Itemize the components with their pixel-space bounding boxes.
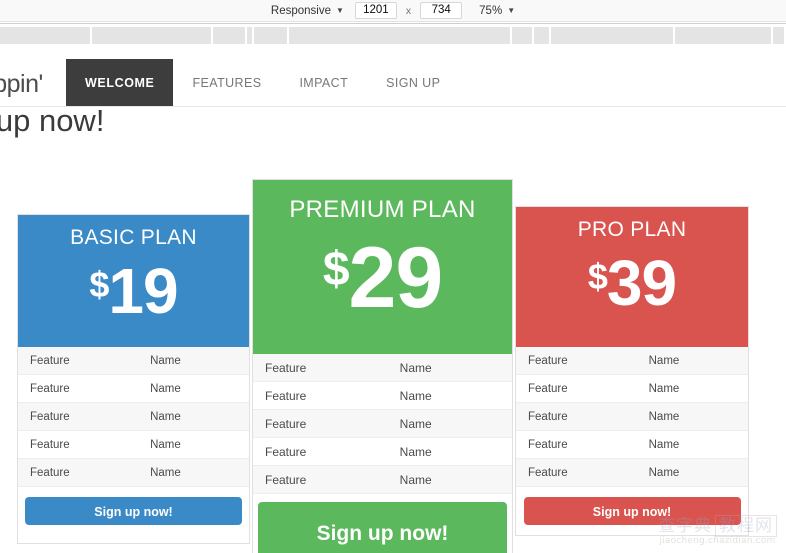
plan-price-amount: 39 [606, 247, 677, 319]
rdm-controls: Responsive ▼ 1201 x 734 75% ▼ [268, 2, 518, 19]
feature-row: Feature Name [18, 347, 249, 375]
plan-price: $29 [253, 223, 512, 325]
page-viewport: rappin' WELCOMEFEATURESIMPACTSIGN UP n u… [0, 44, 786, 553]
responsive-design-mode-toolbar: Responsive ▼ 1201 x 734 75% ▼ [0, 0, 786, 22]
feature-row: Feature Name [253, 438, 512, 466]
feature-row: Feature Name [253, 466, 512, 494]
feature-name: Feature [265, 444, 307, 459]
feature-name: Feature [30, 410, 70, 423]
cta-container: Sign up now! [18, 487, 249, 534]
pricing-card-header: BASIC PLAN $19 [18, 215, 249, 347]
ruler-segment [246, 27, 255, 44]
feature-row: Feature Name [253, 410, 512, 438]
feature-value: Name [150, 410, 181, 423]
dimension-separator: x [405, 4, 412, 17]
ruler-segment [772, 27, 786, 44]
ruler-segment [91, 27, 214, 44]
pricing-card-pro: PRO PLAN $39 Feature Name Feature Name Feature… [515, 206, 749, 536]
feature-name: Feature [30, 354, 70, 367]
chevron-down-icon: ▼ [335, 5, 344, 15]
pricing-card-header: PRO PLAN $39 [516, 207, 748, 347]
feature-value: Name [399, 360, 432, 375]
feature-name: Feature [265, 388, 307, 403]
ruler-segment [0, 27, 92, 44]
signup-button-pro[interactable]: Sign up now! [523, 496, 741, 525]
ruler-strip [0, 23, 786, 44]
feature-name: Feature [30, 466, 70, 479]
ruler-segment [550, 27, 676, 44]
feature-row: Feature Name [516, 459, 748, 487]
pricing-card-premium: PREMIUM PLAN $29 Feature Name Feature Name Fea… [252, 179, 513, 553]
cta-container: Sign up now! [516, 487, 748, 534]
pricing-card-basic: BASIC PLAN $19 Feature Name Feature Name Featu… [17, 214, 250, 544]
feature-name: Feature [30, 382, 70, 395]
feature-row: Feature Name [516, 375, 748, 403]
ruler-segment [288, 27, 513, 44]
feature-name: Feature [265, 360, 307, 375]
feature-name: Feature [528, 466, 568, 479]
feature-value: Name [648, 382, 680, 395]
signup-button-basic[interactable]: Sign up now! [25, 496, 242, 525]
plan-currency-symbol: $ [89, 264, 109, 305]
feature-row: Feature Name [516, 347, 748, 375]
ruler-segment [512, 27, 534, 44]
viewport-height-input[interactable]: 734 [420, 2, 463, 19]
feature-row: Feature Name [516, 403, 748, 431]
feature-row: Feature Name [18, 431, 249, 459]
signup-button-premium[interactable]: Sign up now! [258, 501, 507, 553]
device-selector-label: Responsive [270, 4, 331, 17]
feature-value: Name [150, 354, 181, 367]
screen: Responsive ▼ 1201 x 734 75% ▼ rappin' WE… [0, 0, 786, 553]
ruler-segment [533, 27, 551, 44]
feature-name: Feature [528, 410, 568, 423]
ruler-segment [213, 27, 247, 44]
feature-row: Feature Name [253, 382, 512, 410]
pricing-card-header: PREMIUM PLAN $29 [253, 180, 512, 354]
plan-title: PRO PLAN [577, 218, 687, 241]
zoom-level-label: 75% [479, 4, 503, 17]
feature-value: Name [399, 444, 432, 459]
feature-value: Name [399, 472, 432, 487]
plan-price: $19 [18, 250, 249, 326]
feature-value: Name [648, 354, 680, 367]
ruler-segment [675, 27, 773, 44]
chevron-down-icon: ▼ [507, 5, 516, 15]
feature-value: Name [648, 410, 680, 423]
plan-title: PREMIUM PLAN [289, 196, 476, 223]
feature-row: Feature Name [18, 403, 249, 431]
feature-row: Feature Name [18, 459, 249, 487]
feature-name: Feature [528, 354, 568, 367]
feature-value: Name [648, 466, 680, 479]
cta-container: Sign up now! [253, 494, 512, 553]
plan-price-amount: 19 [108, 255, 178, 327]
feature-value: Name [399, 416, 432, 431]
plan-currency-symbol: $ [322, 243, 350, 296]
zoom-selector[interactable]: 75% ▼ [476, 4, 518, 18]
feature-row: Feature Name [516, 431, 748, 459]
feature-value: Name [150, 438, 181, 451]
feature-row: Feature Name [18, 375, 249, 403]
feature-value: Name [150, 382, 181, 395]
feature-name: Feature [30, 438, 70, 451]
pricing-table: BASIC PLAN $19 Feature Name Feature Name Featu… [0, 44, 786, 553]
plan-currency-symbol: $ [587, 256, 608, 297]
feature-name: Feature [528, 382, 568, 395]
plan-title: BASIC PLAN [70, 226, 197, 249]
feature-name: Feature [265, 416, 307, 431]
viewport-width-input[interactable]: 1201 [354, 2, 397, 19]
device-selector[interactable]: Responsive ▼ [268, 4, 347, 18]
ruler-segment [254, 27, 289, 44]
feature-value: Name [150, 466, 181, 479]
feature-value: Name [399, 388, 432, 403]
ruler-segments [0, 27, 786, 44]
feature-value: Name [648, 438, 680, 451]
feature-row: Feature Name [253, 354, 512, 382]
plan-price-amount: 29 [348, 230, 444, 326]
plan-price: $39 [516, 242, 748, 318]
feature-name: Feature [528, 438, 568, 451]
feature-name: Feature [265, 472, 307, 487]
